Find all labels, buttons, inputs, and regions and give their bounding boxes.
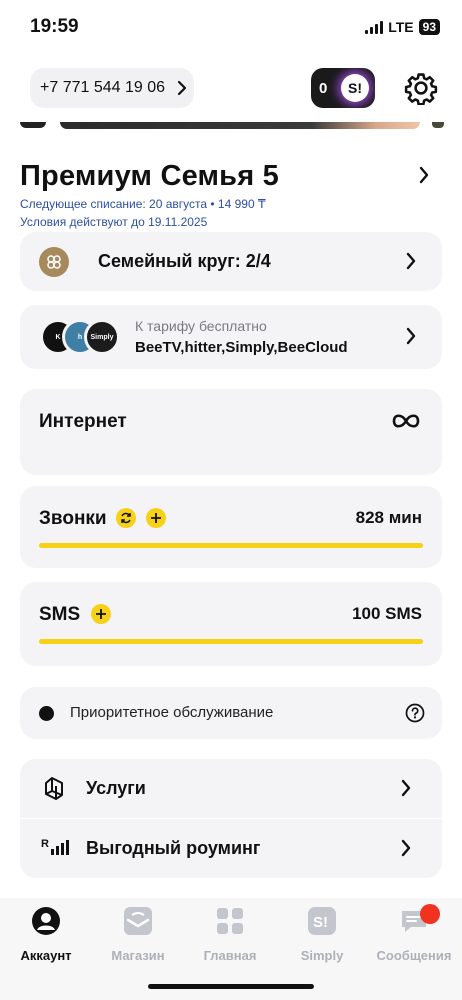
sms-progress-fill xyxy=(39,639,423,644)
sms-card[interactable]: SMS 100 SMS xyxy=(20,582,442,666)
notification-badge xyxy=(420,904,440,924)
family-circle-card[interactable]: Семейный круг: 2/4 xyxy=(20,232,442,291)
priority-service-card[interactable]: Приоритетное обслуживание xyxy=(20,687,442,739)
promo-banner-carousel[interactable] xyxy=(20,122,444,130)
sms-remaining: 100 SMS xyxy=(352,604,422,623)
menu-item-label: Выгодный роуминг xyxy=(86,838,261,858)
services-icon xyxy=(45,777,63,800)
calls-card[interactable]: Звонки 828 мин xyxy=(20,486,442,568)
tab-label: Simply xyxy=(300,948,344,963)
refresh-icon[interactable] xyxy=(116,508,136,528)
menu-item-roaming[interactable]: R Выгодный роуминг xyxy=(20,819,442,878)
chevron-right-icon xyxy=(406,252,416,270)
phone-number: +7 771 544 19 06 xyxy=(40,79,166,96)
infinity-icon xyxy=(392,414,420,428)
chevron-right-icon xyxy=(401,779,411,797)
roaming-icon: R xyxy=(41,838,69,855)
add-minutes-button[interactable] xyxy=(146,508,166,528)
status-time: 19:59 xyxy=(30,16,79,37)
add-sms-button[interactable] xyxy=(91,604,111,624)
home-grid-icon xyxy=(217,908,243,934)
signal-icon xyxy=(365,20,384,34)
tab-simply[interactable]: S! Simply xyxy=(276,906,368,966)
bonus-button[interactable]: 0 S! xyxy=(311,68,375,108)
simply-icon: S! xyxy=(308,907,336,935)
next-charge-text: Следующее списание: 20 августа • 14 990 … xyxy=(20,197,266,211)
internet-label: Интернет xyxy=(39,411,127,432)
tab-label: Сообщения xyxy=(376,948,452,963)
calls-remaining: 828 мин xyxy=(355,508,422,527)
promo-banner[interactable] xyxy=(20,122,46,128)
tab-shop[interactable]: Магазин xyxy=(92,906,184,966)
menu-item-label: Услуги xyxy=(86,778,146,798)
simply-logo-icon: S! xyxy=(341,74,369,102)
sms-label: SMS xyxy=(39,604,81,625)
subscriptions-list: BeeTV,hitter,Simply,BeeCloud xyxy=(135,339,348,356)
subscription-logos: K h Simply xyxy=(40,319,132,355)
plan-title[interactable]: Премиум Семья 5 xyxy=(20,160,279,193)
help-icon[interactable] xyxy=(405,703,425,723)
priority-dot-icon xyxy=(39,706,54,721)
bonus-count: 0 xyxy=(319,79,328,97)
svg-text:S!: S! xyxy=(313,914,328,931)
chevron-right-icon xyxy=(177,80,187,96)
tab-messages[interactable]: Сообщения xyxy=(368,904,460,966)
network-type: LTE xyxy=(388,19,414,35)
gear-icon[interactable] xyxy=(404,71,438,105)
svg-text:R: R xyxy=(41,838,49,850)
promo-banner[interactable] xyxy=(432,122,444,128)
subscriptions-caption: К тарифу бесплатно xyxy=(135,318,267,334)
chevron-right-icon xyxy=(401,839,411,857)
tab-label: Аккаунт xyxy=(20,948,72,963)
tab-home[interactable]: Главная xyxy=(184,906,276,966)
included-subscriptions-card[interactable]: K h Simply К тарифу бесплатно BeeTV,hitt… xyxy=(20,305,442,369)
account-icon xyxy=(32,907,60,935)
priority-service-label: Приоритетное обслуживание xyxy=(70,704,274,721)
tab-account[interactable]: Аккаунт xyxy=(0,906,92,966)
sms-progress-bar xyxy=(39,639,423,644)
phone-number-selector[interactable]: +7 771 544 19 06 xyxy=(30,68,194,108)
menu-item-services[interactable]: Услуги xyxy=(20,759,442,818)
promo-banner[interactable] xyxy=(60,122,420,129)
tab-label: Магазин xyxy=(111,948,165,963)
internet-card[interactable]: Интернет xyxy=(20,389,442,475)
family-circle-icon xyxy=(39,247,69,277)
simply-logo-icon: Simply xyxy=(84,319,120,355)
home-indicator xyxy=(148,984,314,989)
status-indicators: LTE 93 xyxy=(365,19,440,35)
plan-conditions-text: Условия действуют до 19.11.2025 xyxy=(20,215,208,229)
chevron-right-icon xyxy=(406,327,416,345)
chevron-right-icon[interactable] xyxy=(418,166,430,184)
calls-progress-fill xyxy=(39,543,423,548)
status-bar: 19:59 LTE 93 xyxy=(0,0,462,56)
calls-label: Звонки xyxy=(39,508,107,529)
tab-label: Главная xyxy=(203,948,257,963)
family-circle-label: Семейный круг: 2/4 xyxy=(98,251,271,271)
shop-icon xyxy=(124,907,152,935)
services-menu: Услуги R Выгодный роуминг xyxy=(20,759,442,878)
calls-progress-bar xyxy=(39,543,423,548)
battery-icon: 93 xyxy=(418,19,440,35)
